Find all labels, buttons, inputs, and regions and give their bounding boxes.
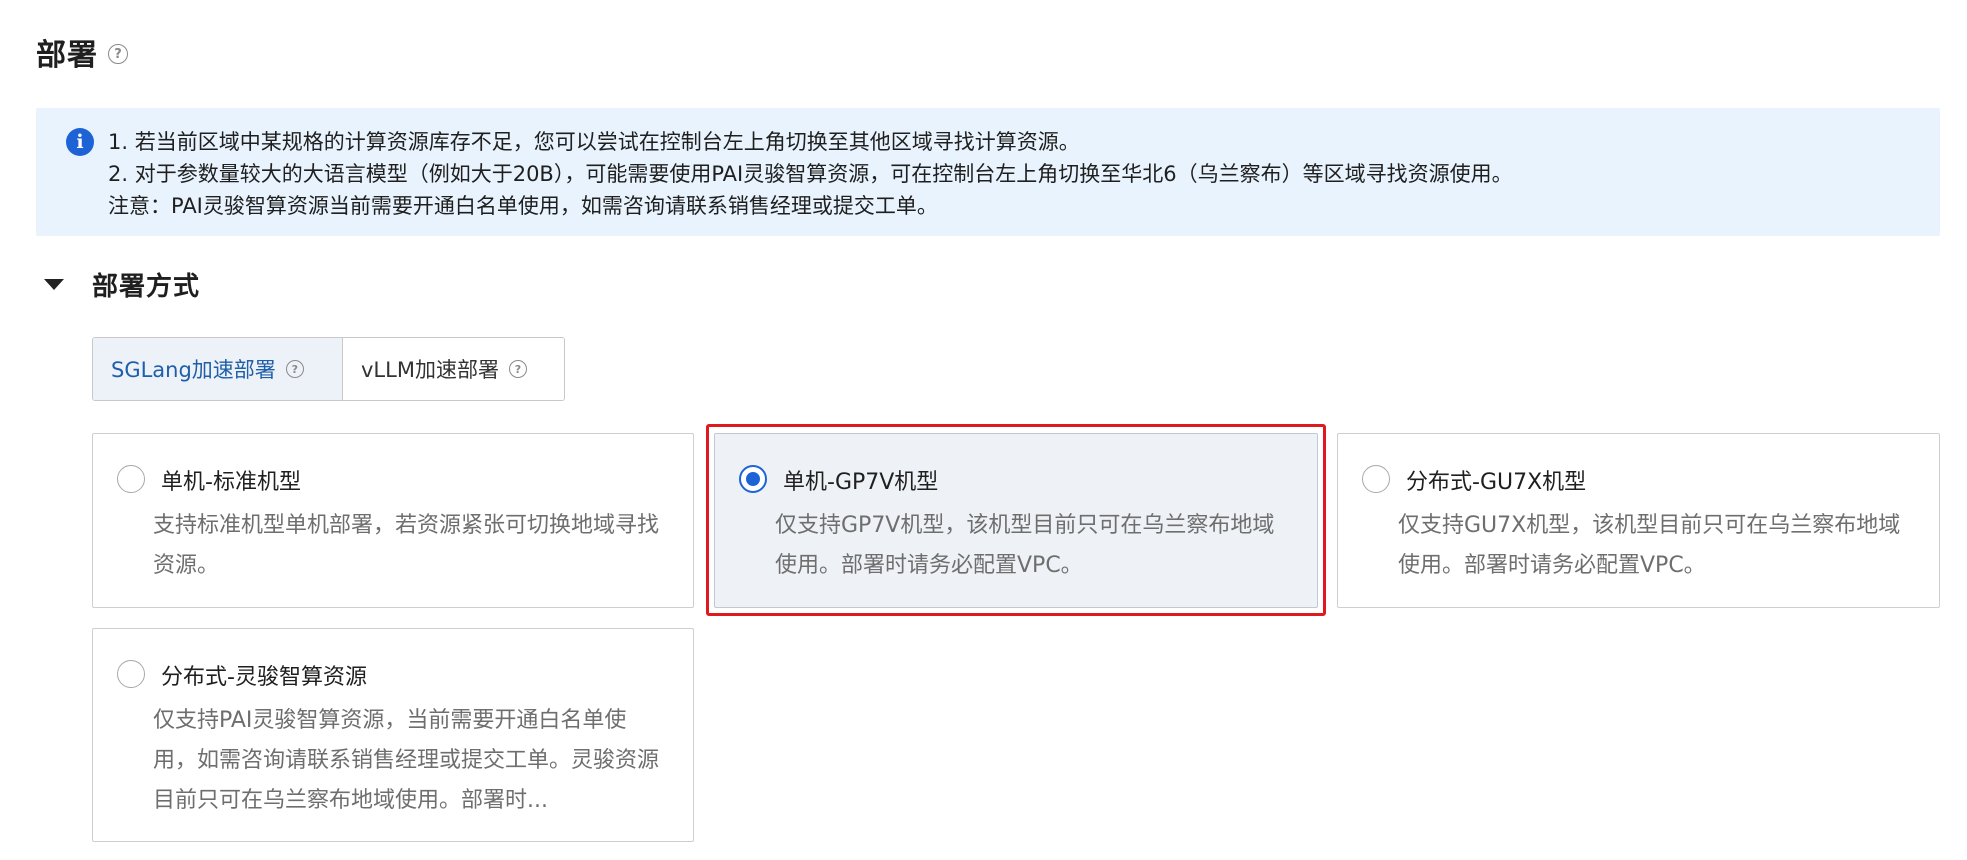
info-lines: 1. 若当前区域中某规格的计算资源库存不足，您可以尝试在控制台左上角切换至其他区… <box>108 126 1513 222</box>
info-line: 注意：PAI灵骏智算资源当前需要开通白名单使用，如需咨询请联系销售经理或提交工单… <box>108 194 938 218</box>
page: 部署 ? i 1. 若当前区域中某规格的计算资源库存不足，您可以尝试在控制台左上… <box>0 0 1967 860</box>
option-description: 仅支持GP7V机型，该机型目前只可在乌兰察布地域使用。部署时请务必配置VPC。 <box>775 513 1275 578</box>
radio-button[interactable] <box>117 465 145 493</box>
caret-down-icon[interactable] <box>44 279 64 290</box>
title-row: 部署 ? <box>36 30 128 74</box>
option-title: 分布式-GU7X机型 <box>1406 470 1587 495</box>
tab-sglang[interactable]: SGLang加速部署 ? <box>93 338 342 400</box>
question-circle-icon[interactable]: ? <box>108 44 128 64</box>
option-description: 仅支持PAI灵骏智算资源，当前需要开通白名单使用，如需咨询请联系销售经理或提交工… <box>153 708 660 813</box>
question-circle-icon[interactable]: ? <box>285 360 304 378</box>
option-title: 分布式-灵骏智算资源 <box>161 665 367 690</box>
option-card-standard[interactable]: 单机-标准机型 支持标准机型单机部署，若资源紧张可切换地域寻找资源。 <box>92 433 694 608</box>
tab-vllm[interactable]: vLLM加速部署 ? <box>342 338 564 400</box>
info-icon: i <box>66 128 94 156</box>
radio-button-checked[interactable] <box>739 465 767 493</box>
radio-button[interactable] <box>1362 465 1390 493</box>
tab-label: vLLM加速部署 <box>361 358 499 382</box>
option-description: 支持标准机型单机部署，若资源紧张可切换地域寻找资源。 <box>153 513 660 578</box>
deploy-engine-tabs: SGLang加速部署 ? vLLM加速部署 ? <box>92 337 565 401</box>
info-line: 2. 对于参数量较大的大语言模型（例如大于20B），可能需要使用PAI灵骏智算资… <box>108 162 1513 186</box>
question-circle-icon[interactable]: ? <box>508 360 527 378</box>
deploy-section-header[interactable]: 部署方式 <box>44 266 200 303</box>
tab-label: SGLang加速部署 <box>111 358 276 382</box>
option-card-gu7x[interactable]: 分布式-GU7X机型 仅支持GU7X机型，该机型目前只可在乌兰察布地域使用。部署… <box>1337 433 1940 608</box>
radio-button[interactable] <box>117 660 145 688</box>
option-card-gp7v[interactable]: 单机-GP7V机型 仅支持GP7V机型，该机型目前只可在乌兰察布地域使用。部署时… <box>714 433 1318 608</box>
info-line: 1. 若当前区域中某规格的计算资源库存不足，您可以尝试在控制台左上角切换至其他区… <box>108 130 1080 154</box>
page-title: 部署 <box>36 38 98 73</box>
option-title: 单机-标准机型 <box>161 470 301 495</box>
info-banner: i 1. 若当前区域中某规格的计算资源库存不足，您可以尝试在控制台左上角切换至其… <box>36 108 1940 236</box>
option-description: 仅支持GU7X机型，该机型目前只可在乌兰察布地域使用。部署时请务必配置VPC。 <box>1398 513 1901 578</box>
option-card-lingjun[interactable]: 分布式-灵骏智算资源 仅支持PAI灵骏智算资源，当前需要开通白名单使用，如需咨询… <box>92 628 694 842</box>
section-title: 部署方式 <box>92 272 201 302</box>
option-title: 单机-GP7V机型 <box>783 470 939 495</box>
